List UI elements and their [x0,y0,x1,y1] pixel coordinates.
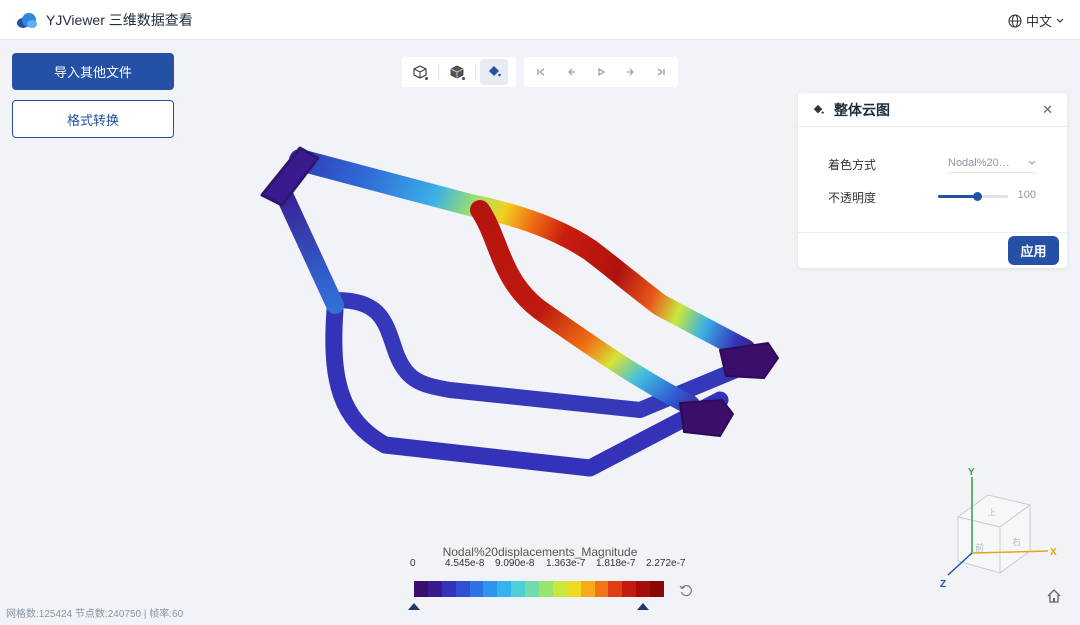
last-frame-icon [657,68,665,76]
next-frame-button[interactable] [618,59,644,85]
opacity-slider-thumb[interactable] [972,192,982,201]
legend-color-swatch [636,581,651,597]
legend-color-swatch [441,581,456,597]
play-button[interactable] [588,59,614,85]
legend-color-swatch [525,581,540,597]
apply-button[interactable]: 应用 [1008,236,1059,265]
top-rail [289,149,756,361]
solid-box-button[interactable] [443,59,471,85]
legend-title: Nodal%20displacements_Magnitude [442,545,638,559]
legend-tick: 1.818e-7 [596,558,636,569]
range-min-handle[interactable] [408,603,420,610]
panel-divider [798,232,1067,233]
play-icon [598,67,606,77]
legend-color-swatch [414,581,428,597]
contour-panel: 整体云图 ✕ 着色方式 Nodal%20… 不透明度 100 应用 [798,93,1067,268]
toolbar-divider [438,65,439,79]
opacity-value: 100 [1017,189,1036,201]
home-icon[interactable] [1046,588,1062,604]
prev-frame-icon [568,68,575,76]
legend-color-swatch [427,581,442,597]
left-member [273,181,344,314]
view-cube-button[interactable] [406,59,434,85]
reset-icon[interactable] [679,584,693,598]
color-mode-value: Nodal%20… [948,156,1010,169]
legend-color-bar [414,581,665,597]
orientation-gizmo[interactable]: Y X Z 上 前 右 [930,465,1060,590]
legend-color-swatch [650,581,665,597]
close-icon[interactable]: ✕ [1042,102,1053,118]
right-end-cap-upper [719,342,779,379]
z-axis-label: Z [940,579,946,590]
gizmo-face-front-label: 前 [975,542,984,554]
legend-tick: 0 [410,558,416,569]
panel-header: 整体云图 ✕ [798,93,1067,127]
paint-bucket-icon [813,104,824,114]
legend-tick-labels: 0 4.545e-8 9.090e-8 1.363e-7 1.818e-7 2.… [397,558,697,572]
color-mode-select[interactable]: Nodal%20… [948,153,1036,173]
legend-color-swatch [483,581,498,597]
y-axis-label: Y [968,467,975,478]
gizmo-face-top-label: 上 [988,508,996,517]
legend-color-swatch [552,581,567,597]
legend-tick: 9.090e-8 [495,558,535,569]
format-convert-button[interactable]: 格式转换 [12,100,174,138]
import-file-button[interactable]: 导入其他文件 [12,53,174,90]
legend-color-swatch [455,581,470,597]
legend-tick: 4.545e-8 [445,558,485,569]
range-max-handle[interactable] [637,603,649,610]
color-mode-label: 着色方式 [828,158,877,172]
legend-tick: 1.363e-7 [546,558,586,569]
legend-color-swatch [539,581,553,597]
legend-tick: 2.272e-7 [646,558,686,569]
legend-color-swatch [497,581,512,597]
legend-color-swatch [622,581,637,597]
legend-color-swatch [511,581,526,597]
view-toolbar [402,57,516,87]
legend-color-swatch [566,581,581,597]
opacity-slider[interactable] [938,192,1008,201]
legend-color-swatch [594,581,609,597]
chevron-down-icon [1028,160,1036,165]
first-frame-icon [537,68,545,76]
legend-color-swatch [580,581,595,597]
playback-toolbar [524,57,678,87]
gizmo-face-right-label: 右 [1012,536,1021,548]
next-frame-icon [627,68,634,76]
panel-title: 整体云图 [834,101,890,118]
opacity-slider-fill [938,195,977,198]
legend-color-swatch [469,581,484,597]
toolbar-divider [475,65,476,79]
contour-button[interactable] [480,59,508,85]
opacity-label: 不透明度 [828,191,877,205]
status-bar: 网格数:125424 节点数:240750 | 帧率:60 [6,609,184,620]
first-frame-button[interactable] [528,59,554,85]
last-frame-button[interactable] [648,59,674,85]
paint-bucket-icon [489,66,501,77]
x-axis-label: X [1050,547,1057,558]
prev-frame-button[interactable] [558,59,584,85]
right-end-cap-lower [679,399,734,437]
legend-color-swatch [608,581,623,597]
